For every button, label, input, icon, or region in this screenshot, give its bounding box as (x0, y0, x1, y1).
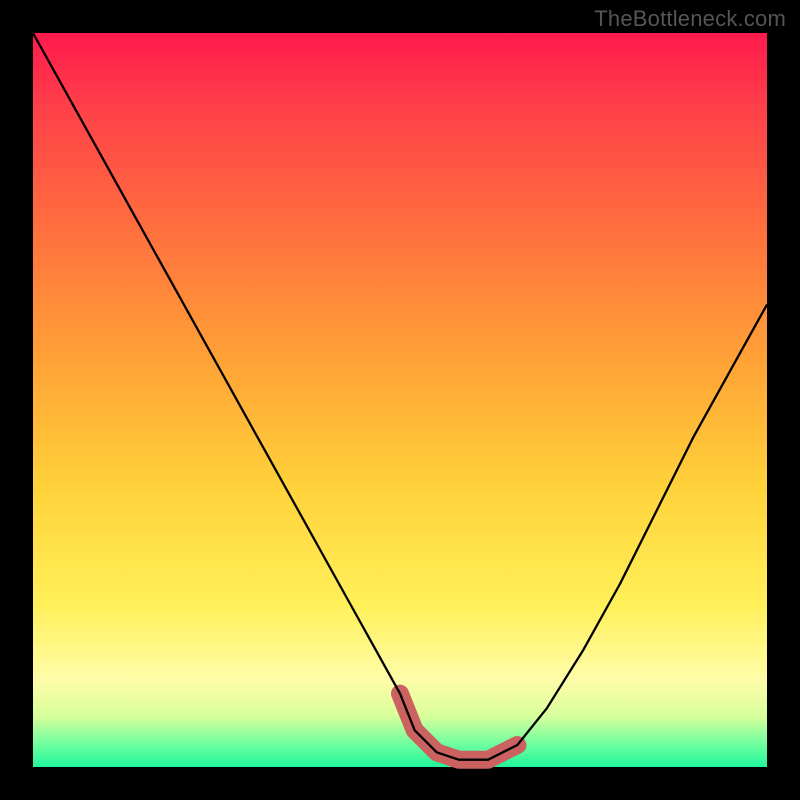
curve-highlight-segment (400, 694, 517, 760)
curve-main (33, 33, 767, 760)
chart-area (33, 33, 767, 767)
watermark-text: TheBottleneck.com (594, 6, 786, 32)
bottleneck-curve-svg (33, 33, 767, 767)
